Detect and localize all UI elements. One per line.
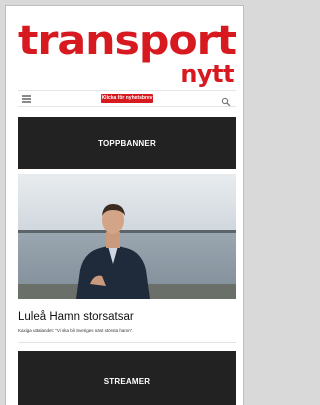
transportnytt-logo[interactable]: transport nytt: [18, 18, 236, 90]
article-headline[interactable]: Luleå Hamn storsatsar: [18, 310, 236, 324]
streamer-ad[interactable]: STREAMER: [18, 351, 236, 405]
top-banner-label: TOPPBANNER: [98, 138, 156, 148]
article-image[interactable]: [18, 174, 236, 299]
hamburger-icon[interactable]: [22, 95, 31, 103]
article-lead: Kaxiga uttalandet: "Vi ska bli Sveriges …: [18, 328, 134, 333]
logo-word-nytt: nytt: [180, 60, 234, 88]
logo-word-transport: transport: [18, 18, 236, 64]
top-navbar: Klicka för nyhetsbrev: [18, 90, 236, 107]
divider: [18, 342, 236, 343]
search-icon[interactable]: [221, 94, 231, 107]
top-banner-ad[interactable]: TOPPBANNER: [18, 117, 236, 169]
page-frame: transport nytt Klicka för nyhetsbrev TOP…: [5, 5, 244, 405]
newsletter-button[interactable]: Klicka för nyhetsbrev: [101, 94, 153, 103]
streamer-label: STREAMER: [103, 376, 151, 386]
